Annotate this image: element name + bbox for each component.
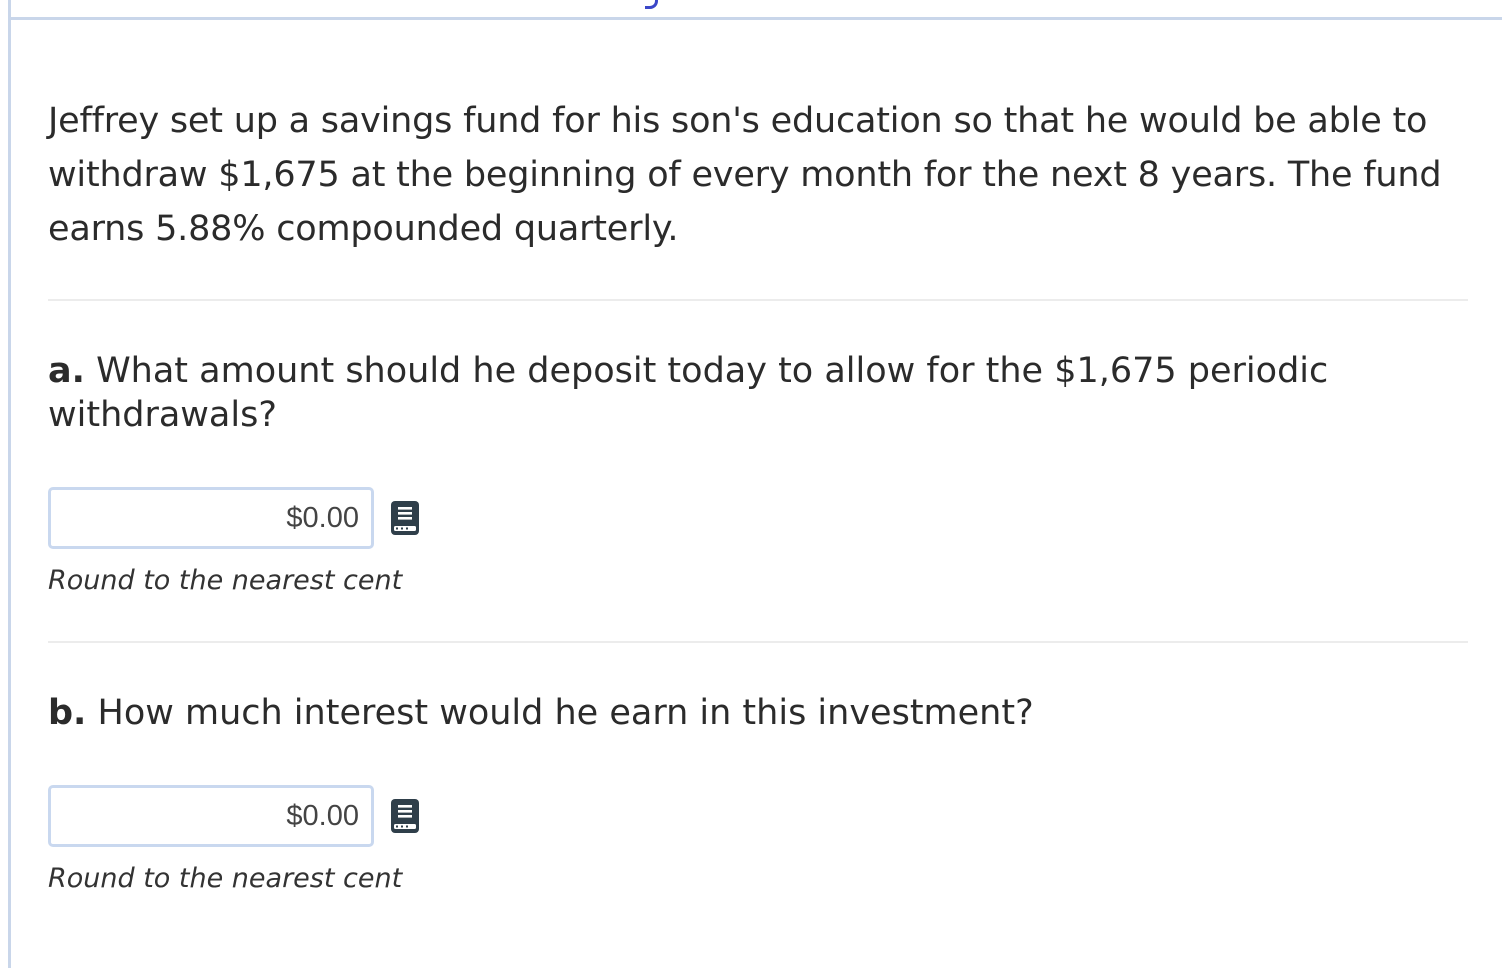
- divider: [48, 641, 1468, 643]
- part-a-answer-input[interactable]: [48, 487, 374, 549]
- part-a-answer-row: [48, 487, 1468, 549]
- page-frame: Jeffrey set up a savings fund for his so…: [0, 0, 1502, 968]
- top-scroll-indicator: [645, 0, 658, 9]
- divider: [48, 299, 1468, 301]
- part-b-answer-input[interactable]: [48, 785, 374, 847]
- part-b-text: How much interest would he earn in this …: [97, 693, 1034, 733]
- part-a-hint: Round to the nearest cent: [48, 565, 403, 596]
- part-a-text: What amount should he deposit today to a…: [48, 351, 1329, 435]
- problem-statement: Jeffrey set up a savings fund for his so…: [48, 101, 1442, 249]
- part-b-letter: b.: [48, 693, 87, 733]
- top-border: [8, 17, 1502, 20]
- part-b-hint: Round to the nearest cent: [48, 863, 403, 894]
- book-icon[interactable]: [390, 798, 420, 834]
- part-a-question: a. What amount should he deposit today t…: [48, 349, 1468, 437]
- left-border: [8, 0, 11, 968]
- part-b-answer-row: [48, 785, 1468, 847]
- book-icon[interactable]: [390, 500, 420, 536]
- part-a-letter: a.: [48, 351, 85, 391]
- part-b-question: b. How much interest would he earn in th…: [48, 691, 1468, 735]
- question-content: Jeffrey set up a savings fund for his so…: [48, 94, 1468, 897]
